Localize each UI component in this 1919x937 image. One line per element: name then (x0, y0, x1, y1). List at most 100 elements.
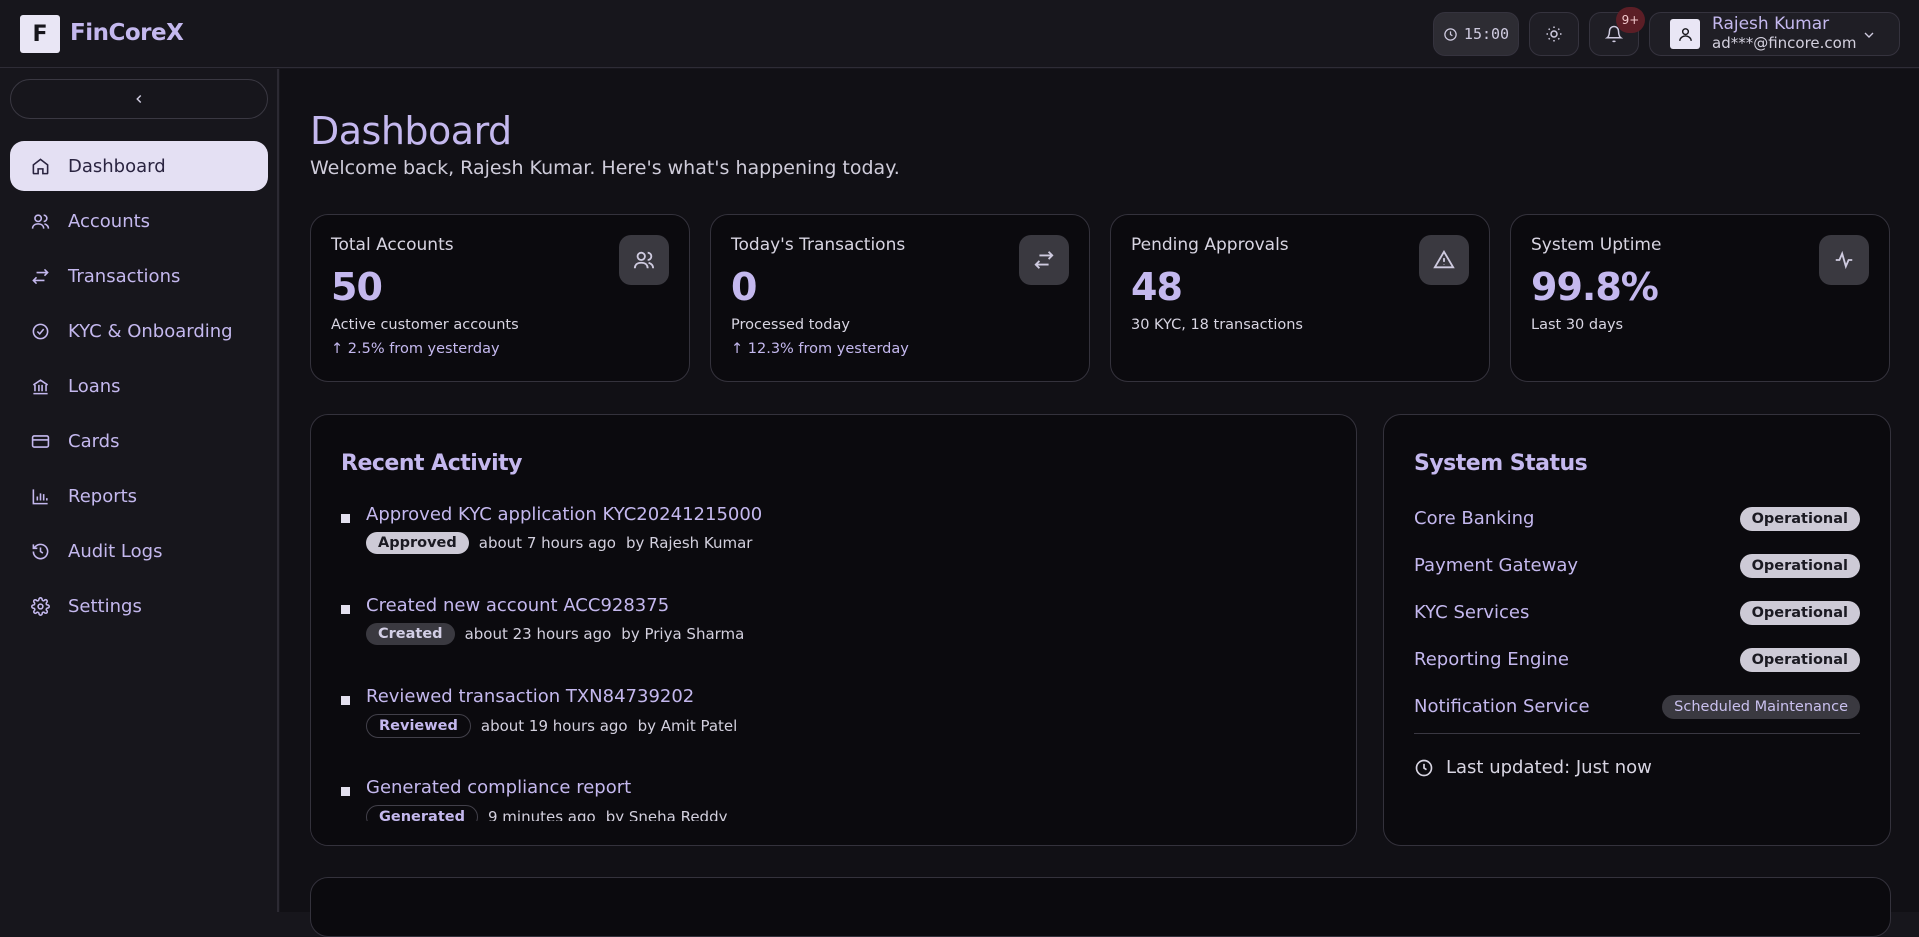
bar-chart-icon (30, 486, 50, 506)
sidebar: Dashboard Accounts Transactions KYC & On… (0, 69, 279, 912)
sidebar-item-accounts[interactable]: Accounts (10, 196, 268, 246)
stat-card-total-accounts[interactable]: Total Accounts 50 Active customer accoun… (310, 214, 690, 382)
main-content: Dashboard Welcome back, Rajesh Kumar. He… (280, 69, 1919, 937)
stat-card-pending-approvals[interactable]: Pending Approvals 48 30 KYC, 18 transact… (1110, 214, 1490, 382)
service-name: Core Banking (1414, 508, 1535, 529)
sidebar-item-transactions[interactable]: Transactions (10, 251, 268, 301)
list-item[interactable]: Reviewed transaction TXN84739202 Reviewe… (341, 685, 1326, 776)
user-name: Rajesh Kumar (1712, 14, 1830, 34)
sidebar-collapse-button[interactable] (10, 79, 268, 119)
history-icon (30, 541, 50, 561)
activity-title[interactable]: Created new account ACC928375 (366, 594, 1326, 618)
stat-description: Processed today (731, 317, 850, 333)
stat-card-todays-transactions[interactable]: Today's Transactions 0 Processed today ↑… (710, 214, 1090, 382)
sidebar-item-reports[interactable]: Reports (10, 471, 268, 521)
status-row-payment-gateway: Payment Gateway Operational (1414, 542, 1860, 589)
sidebar-item-dashboard[interactable]: Dashboard (10, 141, 268, 191)
arrows-swap-icon (30, 266, 50, 286)
users-icon (30, 211, 50, 231)
sidebar-item-label: Settings (68, 595, 142, 617)
status-badge: Reviewed (366, 714, 471, 738)
stat-description: Active customer accounts (331, 317, 519, 333)
sidebar-item-label: Audit Logs (68, 540, 163, 562)
list-item[interactable]: Created new account ACC928375 Created ab… (341, 594, 1326, 685)
avatar (1670, 19, 1700, 49)
chevron-down-icon (1861, 27, 1877, 43)
clock-button[interactable]: 15:00 (1433, 12, 1519, 56)
status-badge: Created (366, 623, 455, 645)
activity-icon (1819, 235, 1869, 285)
last-updated: Last updated: Just now (1414, 757, 1652, 778)
sidebar-item-label: Dashboard (68, 155, 166, 177)
list-item[interactable]: Approved KYC application KYC20241215000 … (341, 503, 1326, 594)
activity-time: about 7 hours ago (478, 534, 616, 552)
sidebar-item-label: Loans (68, 375, 121, 397)
status-badge: Approved (366, 532, 469, 554)
bullet (341, 696, 350, 705)
user-menu-button[interactable]: Rajesh Kumar ad***@fincore.com (1649, 12, 1900, 56)
recent-activity-title: Recent Activity (341, 451, 523, 476)
check-circle-icon (30, 321, 50, 341)
sidebar-item-label: Transactions (68, 265, 181, 287)
activity-user: by Priya Sharma (621, 625, 745, 643)
activity-title[interactable]: Reviewed transaction TXN84739202 (366, 685, 1326, 709)
notification-count-badge: 9+ (1616, 7, 1645, 33)
activity-time: about 23 hours ago (464, 625, 612, 643)
status-badge: Operational (1739, 553, 1860, 578)
sidebar-item-label: Cards (68, 430, 120, 452)
status-row-reporting-engine: Reporting Engine Operational (1414, 636, 1860, 683)
system-status-panel: System Status Core Banking Operational P… (1383, 414, 1891, 846)
chevron-left-icon (132, 92, 146, 106)
bank-icon (30, 376, 50, 396)
sidebar-item-audit-logs[interactable]: Audit Logs (10, 526, 268, 576)
sidebar-item-label: KYC & Onboarding (68, 320, 233, 342)
sun-icon (1545, 25, 1563, 43)
divider (1414, 733, 1860, 734)
user-icon (1677, 26, 1694, 43)
gear-icon (30, 596, 50, 616)
home-icon (30, 156, 50, 176)
app-name[interactable]: FinCoreX (70, 20, 184, 46)
status-badge: Operational (1739, 600, 1860, 625)
sidebar-item-loans[interactable]: Loans (10, 361, 268, 411)
user-email: ad***@fincore.com (1712, 34, 1857, 52)
service-name: Payment Gateway (1414, 555, 1579, 576)
theme-toggle-button[interactable] (1529, 12, 1579, 56)
stat-trend: ↑ 12.3% from yesterday (731, 341, 909, 357)
stat-trend: ↑ 2.5% from yesterday (331, 341, 500, 357)
clock-icon (1443, 27, 1458, 42)
stat-description: Last 30 days (1531, 317, 1624, 333)
system-status-title: System Status (1414, 451, 1588, 476)
page-title: Dashboard (310, 109, 512, 153)
stat-card-system-uptime[interactable]: System Uptime 99.8% Last 30 days (1510, 214, 1890, 382)
app-logo[interactable]: F (20, 15, 60, 53)
recent-activity-panel: Recent Activity Approved KYC application… (310, 414, 1357, 846)
status-row-notification-service: Notification Service Scheduled Maintenan… (1414, 683, 1860, 730)
warning-icon (1419, 235, 1469, 285)
service-name: KYC Services (1414, 602, 1530, 623)
sidebar-item-cards[interactable]: Cards (10, 416, 268, 466)
page-subtitle: Welcome back, Rajesh Kumar. Here's what'… (310, 157, 900, 179)
sidebar-item-kyc[interactable]: KYC & Onboarding (10, 306, 268, 356)
clock-time: 15:00 (1463, 25, 1510, 43)
last-updated-text: Last updated: Just now (1446, 757, 1652, 778)
bullet (341, 605, 350, 614)
sidebar-item-label: Accounts (68, 210, 151, 232)
activity-title[interactable]: Approved KYC application KYC20241215000 (366, 503, 1326, 527)
sidebar-nav: Dashboard Accounts Transactions KYC & On… (10, 141, 268, 636)
service-name: Reporting Engine (1414, 649, 1569, 670)
activity-user: by Amit Patel (637, 717, 738, 735)
activity-title[interactable]: Generated compliance report (366, 776, 1326, 800)
sidebar-item-settings[interactable]: Settings (10, 581, 268, 631)
service-name: Notification Service (1414, 696, 1590, 717)
status-row-kyc-services: KYC Services Operational (1414, 589, 1860, 636)
bullet (341, 787, 350, 796)
activity-user: by Rajesh Kumar (625, 534, 753, 552)
users-icon (619, 235, 669, 285)
status-row-core-banking: Core Banking Operational (1414, 495, 1860, 542)
activity-time: about 19 hours ago (480, 717, 628, 735)
status-badge: Operational (1739, 506, 1860, 531)
status-badge: Scheduled Maintenance (1662, 694, 1860, 719)
scroll-clip (311, 821, 1356, 845)
credit-card-icon (30, 431, 50, 451)
